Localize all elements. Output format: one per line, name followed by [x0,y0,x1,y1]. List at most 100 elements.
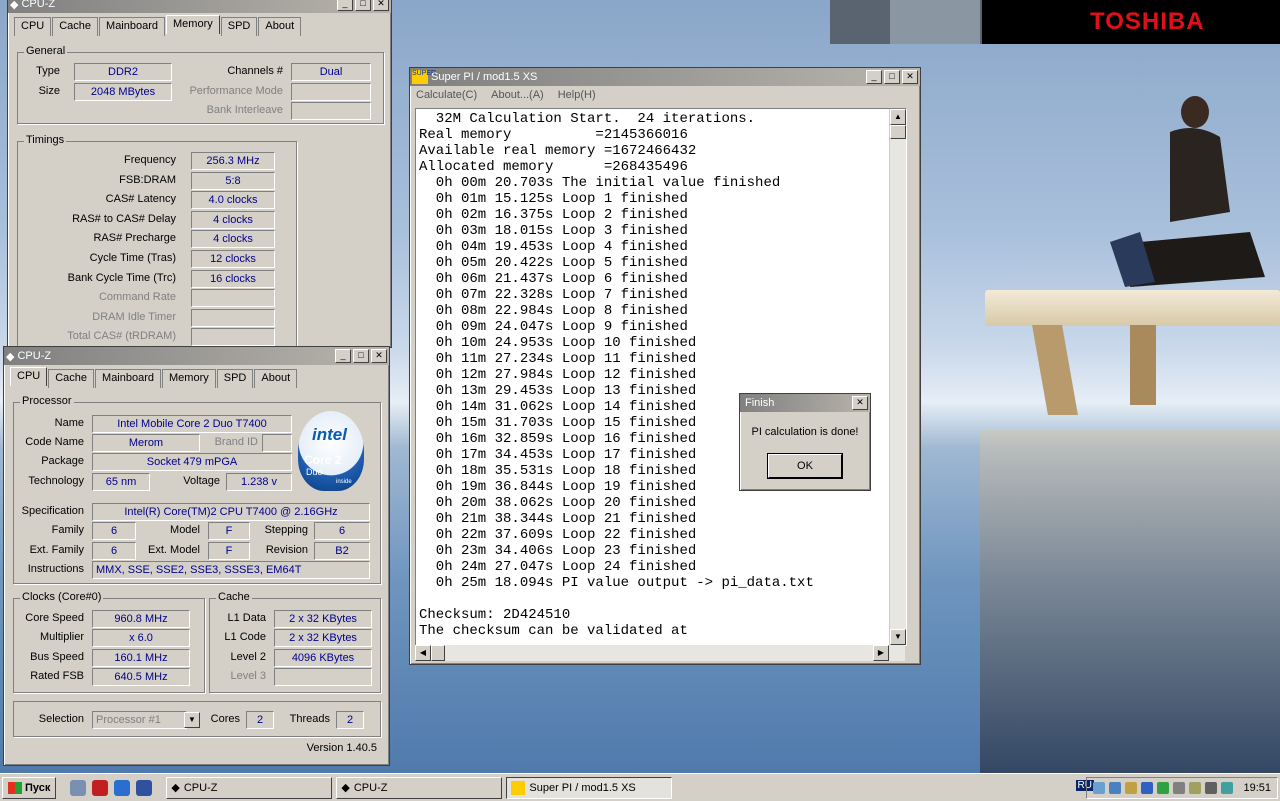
minimize-button[interactable]: _ [335,349,351,363]
package-label: Package [41,455,84,467]
titlebar[interactable]: SUPER Super PI / mod1.5 XS _ □ ✕ [410,68,920,86]
l1code-value: 2 x 32 KBytes [274,629,372,647]
processor-select[interactable]: Processor #1 [92,711,187,729]
horizontal-scrollbar[interactable]: ◀ ▶ [415,645,905,661]
windows-logo-icon [8,781,22,794]
cpuz-cpu-window[interactable]: ◆ CPU-Z _ □ ✕ CPU Cache Mainboard Memory… [3,346,390,766]
tab-cpu[interactable]: CPU [10,367,48,386]
maximize-button[interactable]: □ [353,349,369,363]
threads-value: 2 [336,711,364,729]
media-player-icon[interactable] [136,779,153,796]
tab-mainboard[interactable]: Mainboard [99,17,166,36]
multiplier-label: Multiplier [39,631,84,643]
tab-cache[interactable]: Cache [48,369,95,388]
technology-value: 65 nm [92,473,150,491]
timing-label: Command Rate [98,291,176,304]
task-label: Super PI / mod1.5 XS [529,781,636,794]
scroll-thumb[interactable] [431,645,445,661]
revision-label: Revision [265,544,308,556]
chevron-down-icon[interactable]: ▼ [184,712,200,728]
start-button[interactable]: Пуск [2,776,57,799]
close-button[interactable]: ✕ [852,396,868,410]
scroll-right-icon[interactable]: ▶ [873,645,889,661]
tab-spd[interactable]: SPD [216,369,254,388]
window-title: CPU-Z [17,350,52,362]
group-label: Clocks (Core#0) [20,591,104,603]
scroll-up-icon[interactable]: ▲ [890,109,906,125]
internet-explorer-icon[interactable] [114,779,131,796]
volume-icon[interactable] [1125,782,1138,794]
opera-icon[interactable] [92,779,109,796]
close-button[interactable]: ✕ [373,0,389,11]
monitor-icon[interactable] [1173,782,1186,794]
cpuz-app-icon: ◆ [10,0,19,11]
close-button[interactable]: ✕ [371,349,387,363]
power-icon[interactable] [1189,782,1202,794]
titlebar[interactable]: ◆ CPU-Z _ □ ✕ [4,347,389,365]
tab-cache[interactable]: Cache [52,17,99,36]
maximize-button[interactable]: □ [884,70,900,84]
timing-label: RAS# Precharge [93,232,176,245]
group-label: Processor [20,395,74,407]
timing-label: Total CAS# (tRDRAM) [67,330,176,343]
type-label: Type [36,65,60,77]
core-speed-value: 960.8 MHz [92,610,190,628]
taskbar-item-superpi[interactable]: Super PI / mod1.5 XS [506,776,673,799]
antivirus-icon[interactable] [1157,782,1170,794]
tab-memory[interactable]: Memory [162,369,216,388]
maximize-button[interactable]: □ [355,0,371,11]
instructions-value: MMX, SSE, SSE2, SSE3, SSSE3, EM64T [92,561,370,579]
scroll-down-icon[interactable]: ▼ [890,629,906,645]
minimize-button[interactable]: _ [337,0,353,11]
vertical-scrollbar[interactable]: ▲ ▼ [889,109,906,645]
show-desktop-icon[interactable] [70,779,87,796]
taskbar-item-cpuz-cpu[interactable]: ◆ CPU-Z [336,776,503,799]
settings-icon[interactable] [1205,782,1218,794]
menu-calculate[interactable]: Calculate(C) [416,89,477,101]
titlebar[interactable]: Finish ✕ [740,394,870,412]
group-label: Cache [216,591,252,603]
tab-about[interactable]: About [258,17,302,36]
timing-value: 16 clocks [191,269,275,288]
ok-button[interactable]: OK [767,453,843,479]
timing-label: FSB:DRAM [119,173,176,186]
tab-memory[interactable]: Memory [166,15,220,34]
cores-value: 2 [246,711,274,729]
tab-mainboard[interactable]: Mainboard [95,369,162,388]
cache-group: Cache L1 Data 2 x 32 KBytes L1 Code 2 x … [209,591,381,693]
tab-spd[interactable]: SPD [220,17,258,36]
cpuz-memory-window[interactable]: ◆ CPU-Z _ □ ✕ CPU Cache Mainboard Memory… [7,0,392,353]
scroll-left-icon[interactable]: ◀ [415,645,431,661]
timing-value: 12 clocks [191,250,275,268]
network-icon[interactable] [1109,782,1122,794]
titlebar[interactable]: ◆ CPU-Z _ □ ✕ [8,0,391,13]
l1data-label: L1 Data [227,612,266,624]
timing-value: 4 clocks [191,210,275,229]
network-icon[interactable] [1093,782,1106,794]
dialog-title: Finish [745,397,775,409]
taskbar-item-cpuz-memory[interactable]: ◆ CPU-Z [166,776,333,799]
window-title: Super PI / mod1.5 XS [431,71,538,83]
task-label: CPU-Z [353,781,388,794]
timing-label: Bank Cycle Time (Trc) [67,271,176,284]
voltage-value: 1.238 v [226,473,292,491]
close-button[interactable]: ✕ [902,70,918,84]
cores-label: Cores [210,713,240,725]
tab-about[interactable]: About [254,369,298,388]
tab-bar: CPU Cache Mainboard Memory SPD About [4,365,389,388]
bluetooth-icon[interactable] [1141,782,1154,794]
minimize-button[interactable]: _ [866,70,882,84]
output-textarea[interactable]: 32M Calculation Start. 24 iterations. Re… [415,108,907,646]
woman-with-laptop-image [1110,96,1265,287]
scroll-thumb[interactable] [890,125,906,139]
tab-cpu[interactable]: CPU [14,17,52,36]
update-icon[interactable] [1221,782,1234,794]
superpi-window[interactable]: SUPER Super PI / mod1.5 XS _ □ ✕ Calcula… [409,67,921,665]
clock[interactable]: 19:51 [1243,782,1271,794]
menu-about[interactable]: About...(A) [491,89,544,101]
task-label: CPU-Z [183,781,218,794]
selection-bar: Selection Processor #1 ▼ Cores 2 Threads… [13,701,381,737]
menu-help[interactable]: Help(H) [558,89,596,101]
finish-dialog[interactable]: Finish ✕ PI calculation is done! OK [739,393,871,491]
intel-wordmark: intel [312,425,347,444]
